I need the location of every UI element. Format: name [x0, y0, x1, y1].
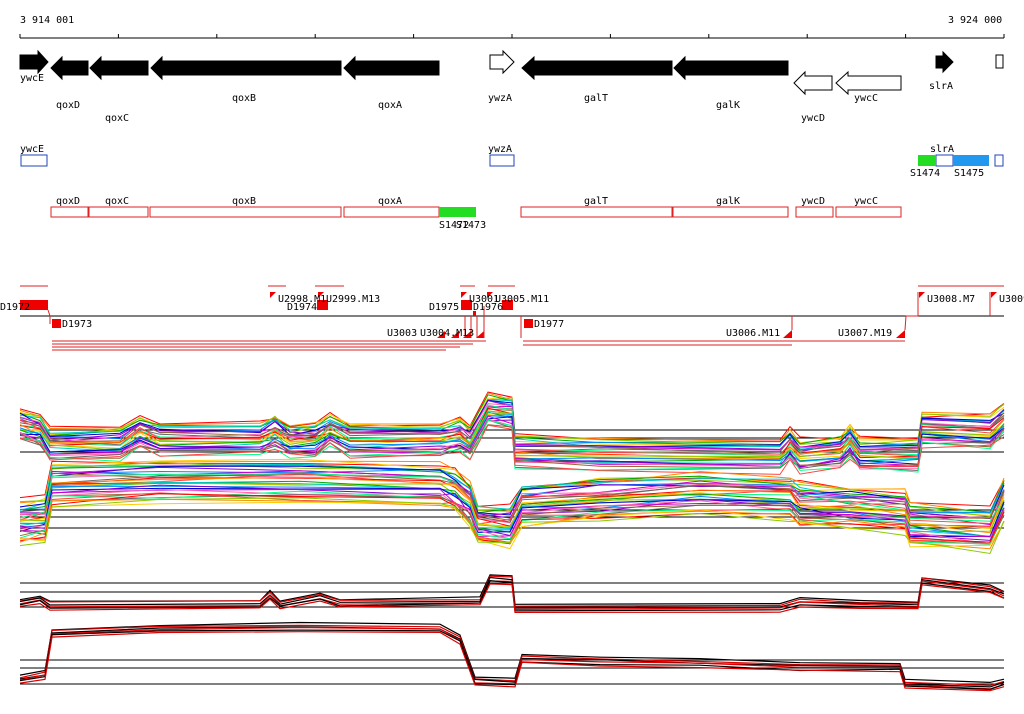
- minus-box-label-galK: galK: [716, 196, 740, 207]
- gene-label-qoxD: qoxD: [56, 100, 80, 111]
- segment-label-S1473: S1473: [456, 220, 486, 231]
- gene-track: ywcE qoxD qoxC qoxB qoxA ywzA galT galK …: [19, 49, 1004, 124]
- feature-label-U3005[interactable]: U3005.M11: [495, 294, 549, 305]
- feature-label-U3006[interactable]: U3006.M11: [726, 328, 780, 339]
- minus-box-label-galT: galT: [584, 196, 608, 207]
- ruler-end-label: 3 924 000: [948, 15, 1002, 26]
- minus-box-label-qoxD: qoxD: [56, 196, 80, 207]
- gene-label-qoxA: qoxA: [378, 100, 402, 111]
- feature-label-U3008[interactable]: U3008.M7: [927, 294, 975, 305]
- gene-arrow-galK[interactable]: [673, 55, 789, 81]
- gene-label-galT: galT: [584, 93, 608, 104]
- gene-arrow-slrA[interactable]: [935, 50, 954, 74]
- expression-trace: [19, 624, 1005, 687]
- minus-box-label-qoxB: qoxB: [232, 196, 256, 207]
- feature-label-D1975[interactable]: D1975: [429, 302, 459, 313]
- minus-strand-track: qoxD qoxC qoxB qoxA S1472 S1473 galT gal…: [50, 196, 902, 231]
- ruler-start-label: 3 914 001: [20, 15, 74, 26]
- average-track-plus: [19, 574, 1005, 614]
- gene-arrow-qoxA[interactable]: [343, 55, 440, 81]
- minus-box-galT[interactable]: [520, 206, 673, 218]
- plus-strand-track: ywcE ywzA slrA S1474 S1475: [20, 144, 1004, 179]
- plus-box-slrA[interactable]: [935, 154, 954, 167]
- minus-box-ywcD[interactable]: [795, 206, 834, 218]
- plus-box-label-ywzA: ywzA: [488, 144, 512, 155]
- segment-S1473[interactable]: [439, 207, 476, 217]
- gene-arrow-qoxD[interactable]: [50, 55, 89, 81]
- coordinate-ruler: 3 914 001 3 924 000: [19, 15, 1005, 39]
- feature-track: D1972 U2998.M1 D1974 U2999.M13 D1975 U30…: [0, 285, 1024, 351]
- segment-S1474[interactable]: [918, 155, 936, 166]
- gene-label-ywcC: ywcC: [854, 93, 878, 104]
- average-track-minus: [19, 621, 1005, 692]
- feature-label-D1972[interactable]: D1972: [0, 302, 30, 313]
- segment-S1475[interactable]: [953, 155, 989, 166]
- minus-box-label-qoxC: qoxC: [105, 196, 129, 207]
- feature-label-D1974[interactable]: D1974: [287, 302, 317, 313]
- genome-browser: 3 914 001 3 924 000 ywcE qoxD qoxC qoxB …: [0, 15, 1024, 692]
- expression-trace: [19, 626, 1005, 690]
- gene-label-qoxC: qoxC: [105, 113, 129, 124]
- feature-label-U3003[interactable]: U3003: [387, 328, 417, 339]
- plus-box-edge[interactable]: [994, 154, 1004, 167]
- feature-label-U3009[interactable]: U3009: [999, 294, 1024, 305]
- minus-box-ywcC[interactable]: [835, 206, 902, 218]
- gene-fragment-edge[interactable]: [995, 54, 1004, 69]
- gene-label-ywcE: ywcE: [20, 73, 44, 84]
- gene-arrow-ywzA[interactable]: [489, 49, 515, 75]
- ruler-ticks: [19, 34, 1005, 38]
- gene-arrow-qoxB[interactable]: [150, 55, 342, 81]
- segment-label-S1474: S1474: [910, 168, 940, 179]
- gene-arrow-ywcE[interactable]: [19, 49, 49, 75]
- minus-box-qoxC[interactable]: [88, 206, 149, 218]
- expression-trace: [19, 621, 1005, 684]
- plus-box-label-slrA: slrA: [930, 144, 954, 155]
- gene-label-slrA: slrA: [929, 81, 953, 92]
- plus-box-label-ywcE: ywcE: [20, 144, 44, 155]
- feature-label-D1977[interactable]: D1977: [534, 319, 564, 330]
- minus-box-label-qoxA: qoxA: [378, 196, 402, 207]
- feature-label-D1976[interactable]: D1976: [473, 302, 503, 313]
- feature-label-U2999[interactable]: U2999.M13: [326, 294, 380, 305]
- gene-label-ywzA: ywzA: [488, 93, 512, 104]
- minus-box-label-ywcC: ywcC: [854, 196, 878, 207]
- plus-box-ywzA[interactable]: [489, 154, 515, 167]
- gene-arrow-ywcC[interactable]: [835, 70, 902, 96]
- expression-track-minus: [19, 458, 1005, 555]
- gene-arrow-galT[interactable]: [521, 55, 673, 81]
- gene-label-qoxB: qoxB: [232, 93, 256, 104]
- minus-box-qoxD[interactable]: [50, 206, 89, 218]
- feature-label-D1973[interactable]: D1973: [62, 319, 92, 330]
- gene-arrow-ywcD[interactable]: [793, 70, 833, 96]
- feature-label-U3007[interactable]: U3007.M19: [838, 328, 892, 339]
- minus-box-label-ywcD: ywcD: [801, 196, 825, 207]
- minus-box-galK[interactable]: [672, 206, 789, 218]
- gene-label-galK: galK: [716, 100, 740, 111]
- gene-label-ywcD: ywcD: [801, 113, 825, 124]
- feature-label-U3004[interactable]: U3004.M13: [420, 328, 474, 339]
- plus-box-ywcE[interactable]: [20, 154, 48, 167]
- gene-arrow-qoxC[interactable]: [89, 55, 149, 81]
- feature-lower-bars: [52, 340, 905, 351]
- segment-label-S1475: S1475: [954, 168, 984, 179]
- minus-box-qoxB[interactable]: [149, 206, 342, 218]
- minus-box-qoxA[interactable]: [343, 206, 440, 218]
